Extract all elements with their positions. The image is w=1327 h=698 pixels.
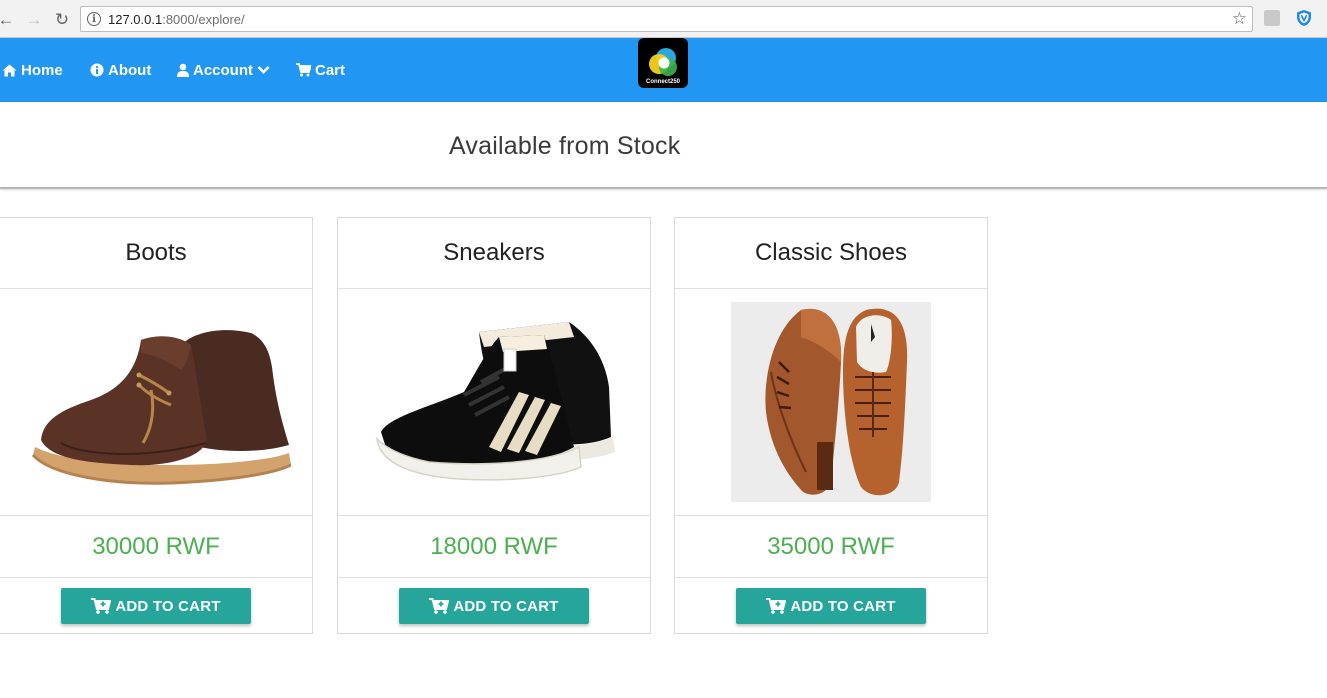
product-card-classic-shoes: Classic Shoes 35000 RWF ADD TO CART [674, 217, 988, 634]
product-price: 35000 RWF [675, 516, 987, 578]
bookmark-star-icon[interactable]: ☆ [1232, 9, 1247, 29]
page-title: Available from Stock [449, 132, 681, 160]
address-bar[interactable]: i 127.0.0.1:8000/explore/ ☆ [80, 6, 1253, 32]
product-price: 30000 RWF [0, 516, 312, 578]
add-to-cart-label: ADD TO CART [790, 597, 896, 615]
forward-arrow-icon[interactable]: → [24, 9, 44, 29]
product-price: 18000 RWF [338, 516, 650, 578]
product-actions: ADD TO CART [0, 578, 312, 634]
product-title: Sneakers [338, 218, 650, 289]
shield-extension-icon[interactable] [1296, 9, 1312, 27]
add-to-cart-button[interactable]: ADD TO CART [399, 588, 589, 624]
pdf-extension-icon[interactable] [1264, 10, 1280, 26]
site-logo[interactable]: Connect250 [638, 38, 688, 88]
classic-shoes-image [731, 302, 931, 502]
top-navbar: Home About Account Cart Connect250 [0, 38, 1327, 102]
user-icon [177, 63, 189, 77]
nav-home-link[interactable]: Home [2, 61, 63, 79]
url-text[interactable]: 127.0.0.1:8000/explore/ [108, 12, 245, 27]
product-title: Classic Shoes [675, 218, 987, 289]
info-circle-icon [90, 63, 104, 77]
product-image-area [675, 289, 987, 516]
nav-about-link[interactable]: About [90, 61, 151, 79]
nav-home-label: Home [21, 61, 63, 79]
url-host: 127.0.0.1 [108, 12, 163, 27]
add-to-cart-button[interactable]: ADD TO CART [61, 588, 251, 624]
product-card-sneakers: Sneakers 18000 RWF ADD TO CART [337, 217, 651, 634]
product-title: Boots [0, 218, 312, 289]
nav-about-label: About [108, 61, 152, 79]
product-image-area [0, 289, 312, 516]
product-actions: ADD TO CART [338, 578, 650, 634]
product-actions: ADD TO CART [675, 578, 987, 634]
add-to-cart-button[interactable]: ADD TO CART [736, 588, 926, 624]
stock-header-panel: Available from Stock [0, 102, 1327, 189]
product-card-boots: Boots 30000 RWF ADD TO CART [0, 217, 313, 634]
add-to-cart-label: ADD TO CART [453, 597, 559, 615]
logo-text: Connect250 [645, 79, 680, 85]
cart-plus-icon [766, 598, 787, 614]
reload-icon[interactable]: ↻ [52, 9, 72, 29]
home-icon [2, 64, 17, 76]
nav-cart-label: Cart [315, 61, 346, 79]
url-path: :8000/explore/ [162, 12, 245, 27]
boots-image [31, 329, 291, 485]
sneakers-image [376, 322, 615, 481]
product-image-area [338, 289, 650, 516]
nav-account-label: Account [193, 61, 253, 79]
chevron-down-icon [257, 66, 270, 74]
nav-cart-link[interactable]: Cart [296, 61, 345, 79]
back-arrow-icon[interactable]: ← [0, 9, 16, 29]
nav-account-dropdown[interactable]: Account [177, 61, 270, 79]
cart-plus-icon [429, 598, 450, 614]
shopping-cart-icon [296, 63, 311, 77]
cart-plus-icon [91, 598, 112, 614]
add-to-cart-label: ADD TO CART [115, 597, 221, 615]
site-info-icon[interactable]: i [87, 12, 101, 26]
browser-chrome: ← → ↻ i 127.0.0.1:8000/explore/ ☆ [0, 0, 1327, 38]
